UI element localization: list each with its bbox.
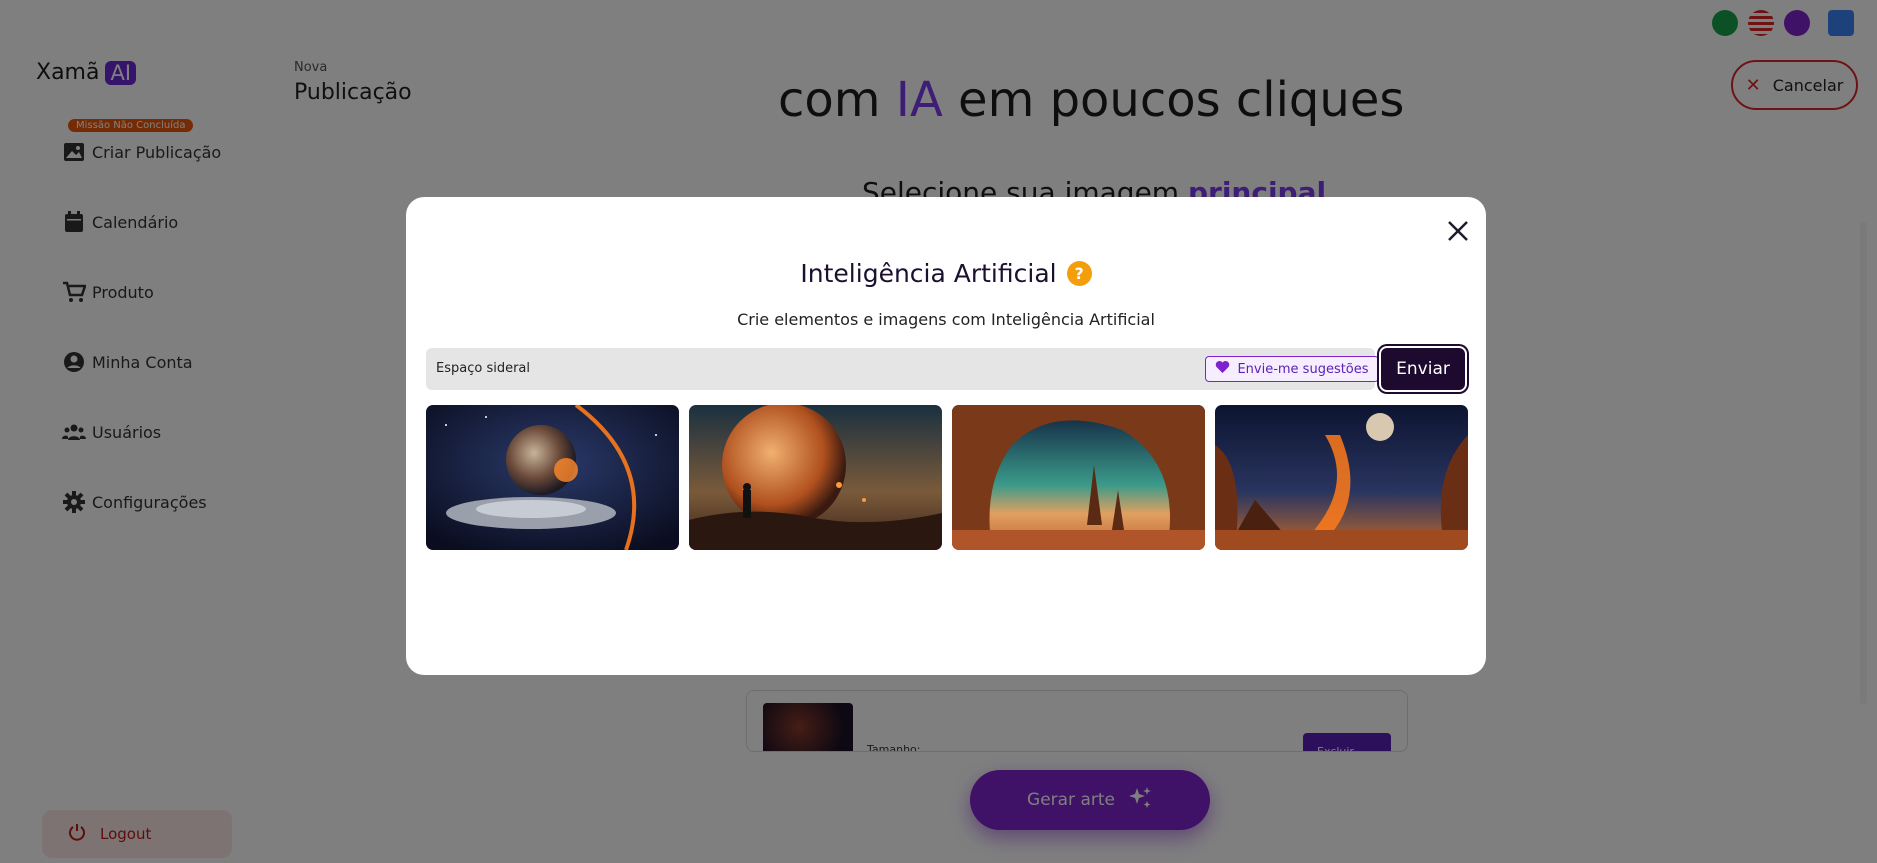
generated-image-1[interactable] xyxy=(426,405,679,550)
modal-title-text: Inteligência Artificial xyxy=(800,259,1057,288)
prompt-input[interactable]: Espaço sideral Envie-me sugestões xyxy=(426,348,1379,390)
generated-image-3[interactable] xyxy=(952,405,1205,550)
ai-modal: Inteligência Artificial ? Crie elementos… xyxy=(406,197,1486,675)
modal-close-button[interactable] xyxy=(1442,215,1474,247)
generated-images xyxy=(426,405,1468,550)
help-icon[interactable]: ? xyxy=(1066,261,1092,286)
prompt-value: Espaço sideral xyxy=(436,361,530,376)
suggestions-label: Envie-me sugestões xyxy=(1237,361,1369,377)
suggestions-button[interactable]: Envie-me sugestões xyxy=(1205,356,1379,382)
heart-icon xyxy=(1215,360,1230,378)
page-scrollbar[interactable] xyxy=(1860,222,1867,704)
generated-image-2[interactable] xyxy=(689,405,942,550)
modal-subtitle: Crie elementos e imagens com Inteligênci… xyxy=(737,310,1155,329)
send-button[interactable]: Enviar xyxy=(1381,348,1465,390)
modal-title: Inteligência Artificial ? xyxy=(406,259,1486,288)
close-icon xyxy=(1448,221,1468,241)
generated-image-4[interactable] xyxy=(1215,405,1468,550)
